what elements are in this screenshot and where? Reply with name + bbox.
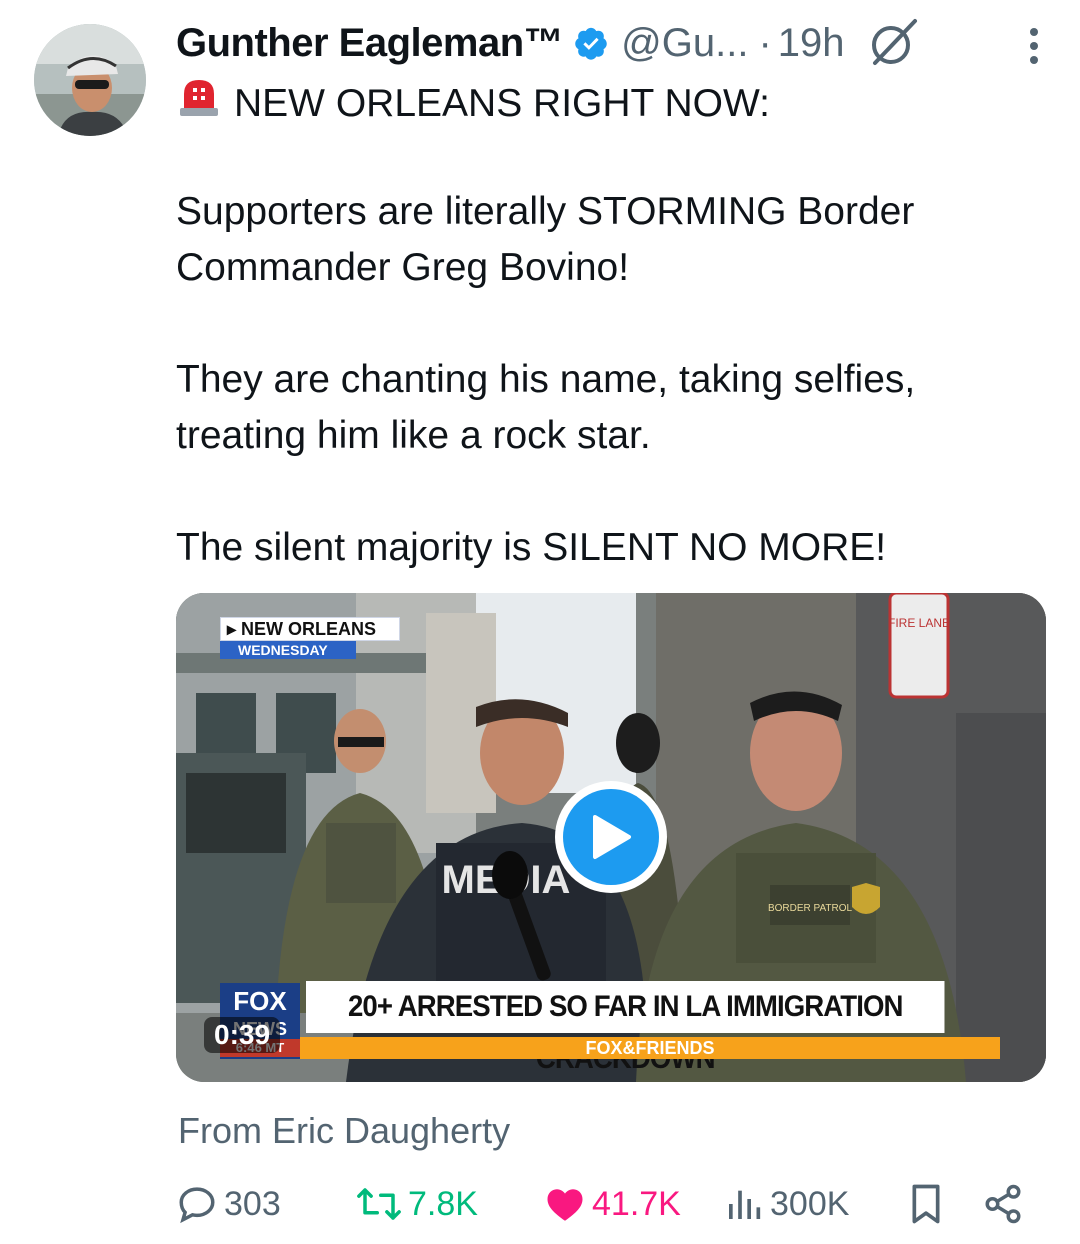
location-lower-third: ▸ NEW ORLEANS WEDNESDAY	[220, 617, 400, 659]
grok-icon[interactable]	[867, 17, 919, 69]
author-handle[interactable]: @Gu...	[621, 21, 748, 66]
reply-button[interactable]: 303	[176, 1176, 281, 1232]
police-light-icon	[176, 74, 222, 134]
video-player[interactable]: FIRE LANE MEDIA BORDER PATROL ▸ NEW ORLE…	[176, 593, 1046, 1082]
post-text: The silent majority is SILENT NO MORE!	[176, 526, 887, 569]
news-ticker-headline: 20+ ARRESTED SO FAR IN LA IMMIGRATION CR…	[306, 981, 945, 1075]
meta-separator: ·	[758, 20, 772, 65]
post-text: Commander Greg Bovino!	[176, 246, 630, 289]
post-headline: NEW ORLEANS RIGHT NOW:	[234, 82, 770, 125]
fire-lane-sign: FIRE LANE	[888, 616, 950, 630]
more-options-icon[interactable]	[1028, 26, 1040, 71]
share-button[interactable]	[982, 1176, 1024, 1232]
post-paragraph-3: The silent majority is SILENT NO MORE!	[176, 520, 1016, 576]
bookmark-icon	[912, 1184, 940, 1224]
play-icon	[563, 789, 659, 885]
location-label: ▸ NEW ORLEANS	[220, 617, 400, 641]
video-attribution[interactable]: From Eric Daugherty	[178, 1110, 510, 1152]
video-duration: 0:39	[204, 1017, 281, 1053]
post-text-line-1: NEW ORLEANS RIGHT NOW:	[176, 74, 1016, 134]
post-text: Supporters are literally STORMING Border	[176, 190, 915, 233]
heart-icon	[547, 1189, 583, 1221]
post-header: Gunther Eagleman™ @Gu... · 19h	[176, 18, 1040, 68]
author-name[interactable]: Gunther Eagleman™	[176, 21, 564, 66]
views-button[interactable]: 300K	[724, 1176, 849, 1232]
like-count: 41.7K	[592, 1184, 681, 1223]
view-count: 300K	[770, 1184, 850, 1223]
post-text: treating him like a rock star.	[176, 414, 651, 457]
border-patrol-patch: BORDER PATROL	[768, 903, 853, 914]
post-text: They are chanting his name, taking selfi…	[176, 358, 916, 401]
reply-count: 303	[224, 1184, 281, 1223]
author-avatar[interactable]	[34, 24, 146, 136]
repost-button[interactable]: 7.8K	[356, 1176, 478, 1232]
play-button[interactable]	[555, 781, 667, 893]
reply-icon	[179, 1187, 215, 1224]
like-button[interactable]: 41.7K	[544, 1176, 681, 1232]
repost-count: 7.8K	[408, 1184, 478, 1223]
post-paragraph-1: Supporters are literally STORMING Border…	[176, 184, 1016, 296]
day-label: WEDNESDAY	[220, 641, 356, 659]
show-name-banner: FOX&FRIENDS	[300, 1037, 1000, 1059]
action-bar: 303 7.8K 41.7K 300K	[176, 1176, 1026, 1232]
verified-badge-icon[interactable]	[573, 25, 609, 61]
bookmark-button[interactable]	[906, 1176, 946, 1232]
share-icon	[985, 1184, 1021, 1224]
views-icon	[729, 1190, 761, 1219]
post-paragraph-2: They are chanting his name, taking selfi…	[176, 352, 1016, 464]
repost-icon	[357, 1188, 401, 1220]
post-timestamp[interactable]: 19h	[778, 21, 845, 66]
